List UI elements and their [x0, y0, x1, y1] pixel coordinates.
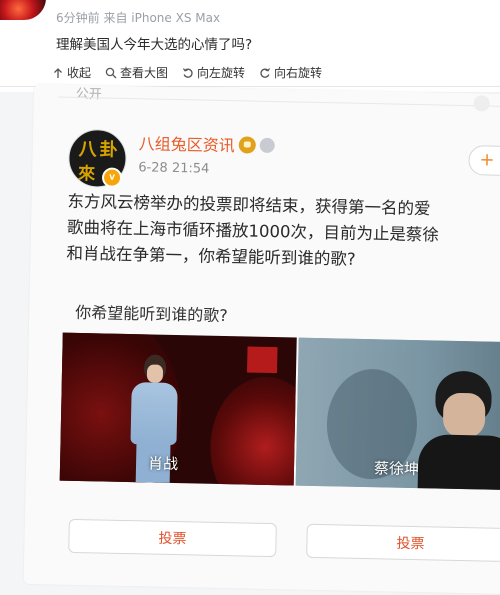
- author-row: 八组兔区资讯: [139, 130, 275, 157]
- vote-question: 你希望能听到谁的歌?: [75, 302, 228, 326]
- follow-button: +: [468, 145, 500, 177]
- verified-badge: v: [101, 167, 123, 188]
- singer-figure: [130, 382, 178, 446]
- option-label: 肖战: [147, 454, 179, 474]
- vote-option-image-left: 肖战: [59, 332, 297, 486]
- outer-post-header: 6分钟前 来自 iPhone XS Max 理解美国人今年大选的心情了吗? 收起…: [0, 0, 500, 92]
- image-toolbar: 收起 查看大图 向左旋转 向右旋转: [52, 64, 322, 81]
- post-body: 东方风云榜举办的投票即将结束，获得第一名的爱 歌曲将在上海市循环播放1000次，…: [66, 189, 500, 276]
- portrait-figure: [442, 392, 486, 438]
- rotate-left-label: 向左旋转: [197, 66, 246, 80]
- post-time: 6-28 21:54: [138, 160, 210, 177]
- post-image[interactable]: 公开 八卦 來 v 八组兔区资讯 6-28 21:54 + 东方风云榜举办的投票…: [23, 84, 500, 595]
- level-badge-icon: [259, 137, 275, 153]
- post-time-ago: 6分钟前: [56, 11, 100, 25]
- more-icon: [473, 95, 490, 112]
- screenshot-page: 公开 八卦 來 v 八组兔区资讯 6-28 21:54 + 东方风云榜举办的投票…: [23, 84, 500, 595]
- search-icon: [105, 67, 117, 78]
- collapse-button[interactable]: 收起: [52, 64, 91, 81]
- post-source: 来自 iPhone XS Max: [103, 11, 221, 25]
- view-large-label: 查看大图: [120, 66, 169, 80]
- rotate-left-icon: [183, 67, 193, 78]
- rotate-right-icon: [260, 67, 271, 78]
- avatar-text-top: 八卦: [78, 138, 121, 161]
- rotate-left-button[interactable]: 向左旋转: [182, 64, 245, 81]
- vote-button-right: 投票: [306, 523, 500, 563]
- collapse-label: 收起: [67, 66, 92, 80]
- user-avatar[interactable]: [0, 0, 46, 20]
- arrow-up-icon: [54, 67, 62, 78]
- rotate-right-label: 向右旋转: [274, 66, 323, 80]
- option-label: 蔡徐坤: [373, 459, 420, 479]
- rotate-right-button[interactable]: 向右旋转: [259, 64, 322, 81]
- screenshot-divider: [57, 96, 500, 108]
- portrait-figure: [417, 434, 500, 491]
- stage-light: [247, 346, 278, 374]
- stage-light: [208, 375, 297, 486]
- singer-figure: [146, 364, 164, 383]
- vote-option-image-right: 蔡徐坤: [295, 337, 500, 491]
- vote-button-left: 投票: [68, 518, 277, 558]
- post-text: 理解美国人今年大选的心情了吗?: [56, 37, 253, 53]
- medal-icon: [238, 135, 256, 154]
- screenshot-partial-text: 公开: [75, 86, 102, 103]
- author-name: 八组兔区资讯: [138, 134, 235, 156]
- avatar-text-bottom: 來: [77, 163, 96, 185]
- post-meta: 6分钟前 来自 iPhone XS Max: [56, 9, 220, 26]
- view-large-button[interactable]: 查看大图: [105, 64, 168, 81]
